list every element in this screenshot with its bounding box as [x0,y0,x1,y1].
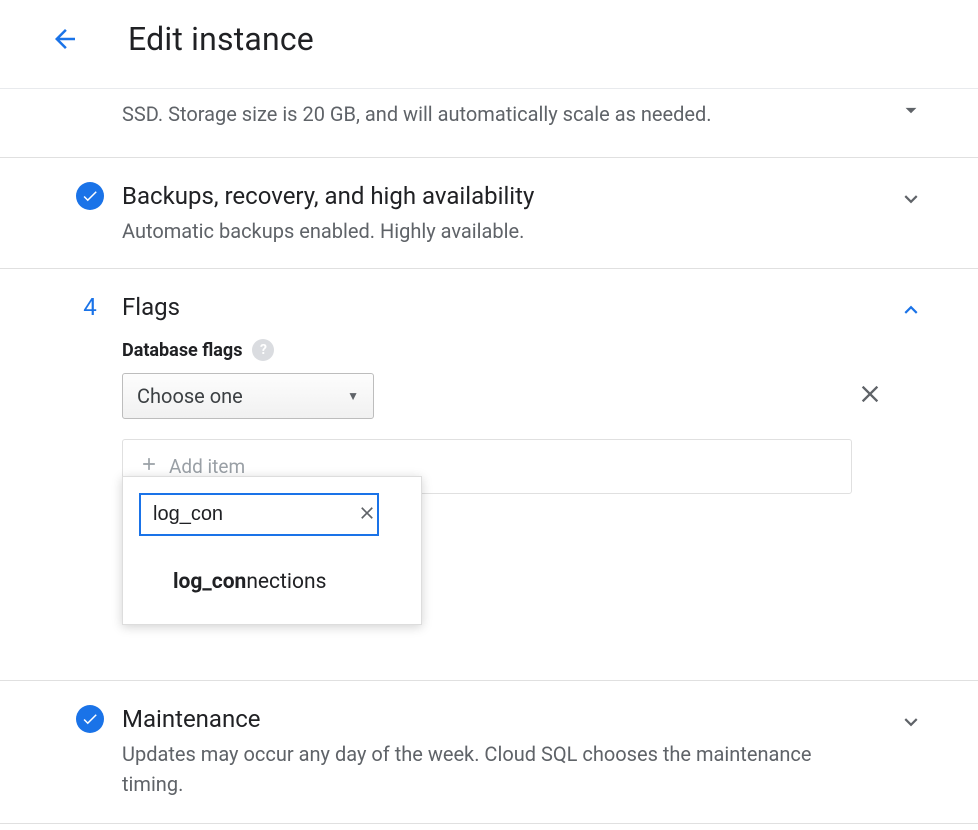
page-header: Edit instance [0,0,978,89]
page-title: Edit instance [128,20,314,58]
flag-option-log-connections[interactable]: log_connections [139,564,405,608]
flag-dropdown-panel: log_connections [122,476,422,625]
clear-search-icon[interactable] [357,503,377,527]
backups-desc: Automatic backups enabled. Highly availa… [122,216,822,246]
flag-search-input[interactable] [139,493,379,536]
flag-dropdown[interactable]: Choose one ▼ [122,373,374,419]
step-number: 4 [76,293,104,321]
database-flags-label: Database flags ? [122,339,938,361]
chevron-up-icon[interactable] [898,297,924,327]
remove-flag-button[interactable] [856,380,884,412]
backups-title: Backups, recovery, and high availability [122,182,938,210]
maintenance-desc: Updates may occur any day of the week. C… [122,739,822,799]
section-maintenance[interactable]: Maintenance Updates may occur any day of… [0,681,978,824]
maintenance-title: Maintenance [122,705,938,733]
storage-desc: SSD. Storage size is 20 GB, and will aut… [122,99,822,129]
flags-title: Flags [122,293,938,321]
check-icon [76,182,104,210]
section-backups[interactable]: Backups, recovery, and high availability… [0,158,978,269]
help-icon[interactable]: ? [252,339,274,361]
content-area: SSD. Storage size is 20 GB, and will aut… [0,89,978,824]
dropdown-triangle-icon: ▼ [347,389,359,403]
check-icon [76,705,104,733]
chevron-down-icon[interactable] [898,709,924,739]
chevron-down-icon[interactable] [898,97,924,127]
back-arrow-icon[interactable] [50,24,80,54]
chevron-down-icon[interactable] [898,186,924,216]
section-storage: SSD. Storage size is 20 GB, and will aut… [0,89,978,158]
